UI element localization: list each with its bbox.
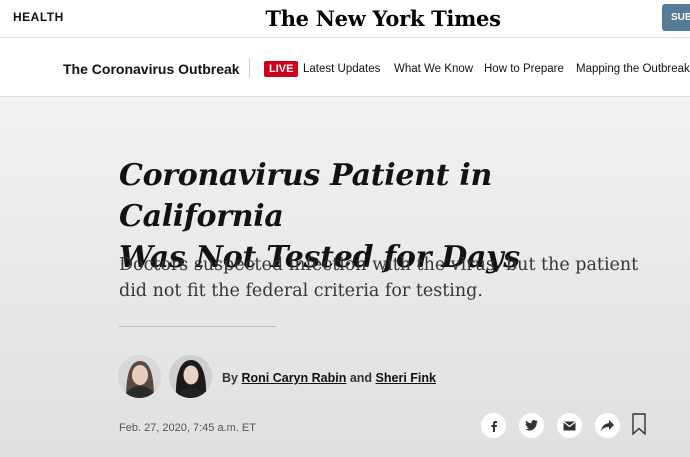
nyt-logo[interactable]: The New York Times [0,6,690,31]
byline: By Roni Caryn Rabin and Sheri Fink [222,371,436,385]
author-link-1[interactable]: Roni Caryn Rabin [241,371,346,385]
headline-line-1: Coronavirus Patient in California [119,158,492,234]
facebook-share-button[interactable] [480,412,507,439]
nav-link-how-to-prepare[interactable]: How to Prepare [484,63,564,75]
byline-and: and [349,371,373,385]
top-bar: HEALTH The New York Times SUB [0,0,690,38]
publish-date: Feb. 27, 2020, 7:45 a.m. ET [119,422,256,434]
email-share-button[interactable] [556,412,583,439]
live-badge[interactable]: LIVE [264,61,299,77]
summary: Doctors suspected infection with the vir… [119,255,639,301]
twitter-icon [525,420,538,431]
avatar-author-1[interactable] [118,355,161,398]
share-icon [601,420,614,431]
topic-title[interactable]: The Coronavirus Outbreak [63,61,240,77]
avatar-author-2[interactable] [169,355,212,398]
topic-nav: The Coronavirus Outbreak LIVE Latest Upd… [0,38,690,97]
nav-link-latest-updates[interactable]: Latest Updates [303,63,380,75]
twitter-share-button[interactable] [518,412,545,439]
nav-link-what-we-know[interactable]: What We Know [394,63,473,75]
subscribe-button[interactable]: SUB [662,4,690,31]
email-icon [563,421,576,430]
nav-divider [249,58,250,78]
more-share-button[interactable] [594,412,621,439]
bookmark-button[interactable] [632,413,646,440]
author-link-2[interactable]: Sheri Fink [376,371,436,385]
nav-link-mapping-the-outbreak[interactable]: Mapping the Outbreak [576,63,690,75]
bookmark-icon [632,413,646,436]
facebook-icon [490,420,497,432]
divider-rule [119,326,276,327]
byline-prefix: By [222,371,238,385]
